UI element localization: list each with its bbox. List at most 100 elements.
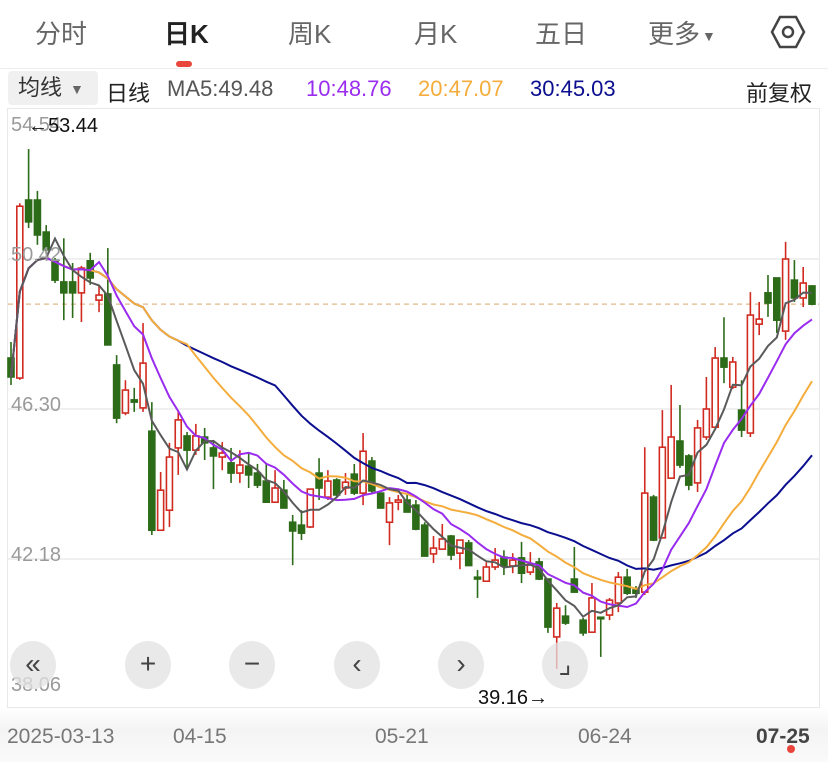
candle-body-down [262,480,271,504]
candle [33,190,42,245]
x-tick-label: 06-24 [578,725,632,748]
candle-body-down [60,281,68,294]
candle [508,553,517,574]
candle-body-down [649,496,658,541]
candle [394,494,403,511]
candle [341,473,350,495]
candle [121,380,130,416]
candle-body-down [376,492,385,509]
x-tick-label: 2025-03-13 [7,725,115,748]
x-tick-label: 05-21 [375,725,429,748]
candle-body-up [781,258,790,332]
candle-body-down [579,619,587,634]
candle-body-down [183,435,191,451]
candle-body-up [324,480,332,498]
candle-body-down [33,199,42,236]
scroll-left-button[interactable]: ‹ [334,641,380,689]
candle [808,285,816,306]
candle-body-down [772,277,781,321]
candle-body-up [156,489,165,532]
candle [799,267,807,308]
candle-body-up [394,499,403,504]
candle-body-down [68,281,77,294]
min-price-annotation: 39.16→ [478,687,549,709]
candle-body-down [561,615,570,624]
candle [253,463,262,489]
candle-body-up [667,436,675,479]
candle-body-down [332,479,341,496]
ma10-line [10,256,813,609]
candle [447,534,455,561]
candle-body-down [148,430,156,532]
candle-body-down [244,465,253,476]
candle-body-down [420,524,429,557]
candle-body-up [588,597,596,633]
candle-body-up [95,294,103,301]
candle [561,605,570,625]
scroll-right-button[interactable]: › [438,641,484,689]
current-date-indicator [787,745,795,753]
candle [772,277,781,333]
candle-body-up [271,487,279,504]
candle [500,550,508,576]
candle [755,301,763,336]
candle-body-down [112,364,121,419]
zoom-out-button[interactable]: − [229,641,275,689]
candle-body-down [209,447,218,457]
candle-body-up [359,450,367,494]
candle [420,522,429,557]
candle-body-down [24,199,33,223]
x-tick-label: 07-25 [756,725,810,748]
candle [781,241,790,340]
candle-body-down [315,472,323,489]
ma20-line [10,256,813,590]
candle-body-up [385,502,394,524]
candle-body-up [438,538,447,550]
candle [623,568,631,596]
candle [244,453,253,489]
candle-body-up [552,607,561,638]
candle-body-up [614,576,623,604]
candle [658,410,667,539]
candle-body-up [121,389,130,414]
candle [588,583,596,633]
candle [464,540,473,567]
candle [24,149,33,229]
candle-body-down [130,399,139,403]
candle-body-down [596,616,605,620]
candle [209,439,218,490]
candle-body-up [799,282,807,299]
candle-body-up [429,547,438,555]
candle [412,500,420,531]
candle [764,275,772,317]
x-tick-label: 04-15 [173,725,227,748]
candle [544,578,552,633]
candle-body-down [227,462,235,474]
candle [456,539,464,570]
candle [112,355,121,424]
candle-body-up [728,361,737,388]
kline-chart [7,149,819,718]
candle-body-up [236,464,244,474]
fullscreen-button[interactable]: ⌟ [542,641,588,689]
candle-body-down [808,285,816,305]
date-axis[interactable]: 2025-03-13 04-15 05-21 06-24 07-25 [0,708,828,762]
candle [517,541,526,584]
zoom-in-button[interactable]: + [125,641,171,689]
jump-start-button[interactable]: « [10,641,56,689]
candle-body-down [764,292,772,304]
candle-body-down [368,460,376,492]
candle [262,462,271,504]
candle-body-up [746,314,755,434]
candle [790,260,799,302]
candle [368,457,376,494]
candle [297,510,306,541]
y-tick-label: 46.30 [11,394,62,416]
candle-body-up [711,357,719,429]
candle-body-up [77,267,86,294]
candle-body-down [288,521,297,532]
y-tick-label: 50.42 [11,244,62,266]
candle [720,317,728,384]
ma30-line [10,256,813,571]
candle-body-down [544,578,552,628]
